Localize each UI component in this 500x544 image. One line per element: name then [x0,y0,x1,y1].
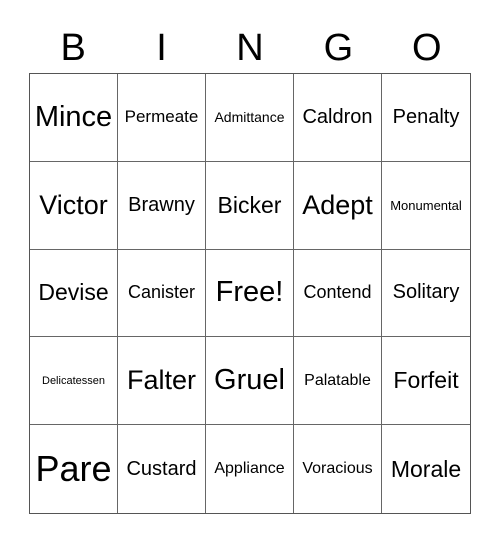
bingo-cell[interactable]: Victor [30,161,118,250]
header-letter-o: O [411,27,442,69]
bingo-cell[interactable]: Appliance [206,425,294,513]
bingo-cell[interactable]: Forfeit [382,337,470,426]
bingo-cell[interactable]: Voracious [294,425,382,513]
bingo-cell[interactable]: Falter [118,337,206,426]
bingo-cell[interactable]: Canister [118,249,206,338]
free-space-cell[interactable]: Free! [206,249,294,338]
bingo-cell[interactable]: Custard [118,425,206,513]
bingo-cell[interactable]: Gruel [206,337,294,426]
bingo-header: B I N G O [29,24,471,72]
bingo-cell[interactable]: Pare [30,425,118,513]
bingo-cell[interactable]: Contend [294,249,382,338]
bingo-cell[interactable]: Solitary [382,250,470,338]
bingo-cell[interactable]: Delicatessen [30,337,118,426]
bingo-cell[interactable]: Admittance [206,74,294,162]
header-letter-g: G [323,27,354,69]
header-letter-n: N [236,27,264,69]
bingo-cell[interactable]: Bicker [206,161,294,250]
bingo-cell[interactable]: Mince [30,74,118,162]
bingo-cell[interactable]: Caldron [294,74,382,162]
bingo-cell[interactable]: Morale [382,425,470,513]
bingo-cell[interactable]: Palatable [294,337,382,426]
bingo-cell[interactable]: Adept [294,161,382,250]
bingo-cell[interactable]: Devise [30,249,118,338]
header-letter-i: I [156,27,167,69]
bingo-cell[interactable]: Penalty [382,74,470,162]
bingo-board: Mince Permeate Admittance Caldron Penalt… [29,73,471,514]
bingo-cell[interactable]: Monumental [382,162,470,250]
header-letter-b: B [60,27,86,69]
bingo-cell[interactable]: Brawny [118,161,206,250]
bingo-cell[interactable]: Permeate [118,74,206,162]
